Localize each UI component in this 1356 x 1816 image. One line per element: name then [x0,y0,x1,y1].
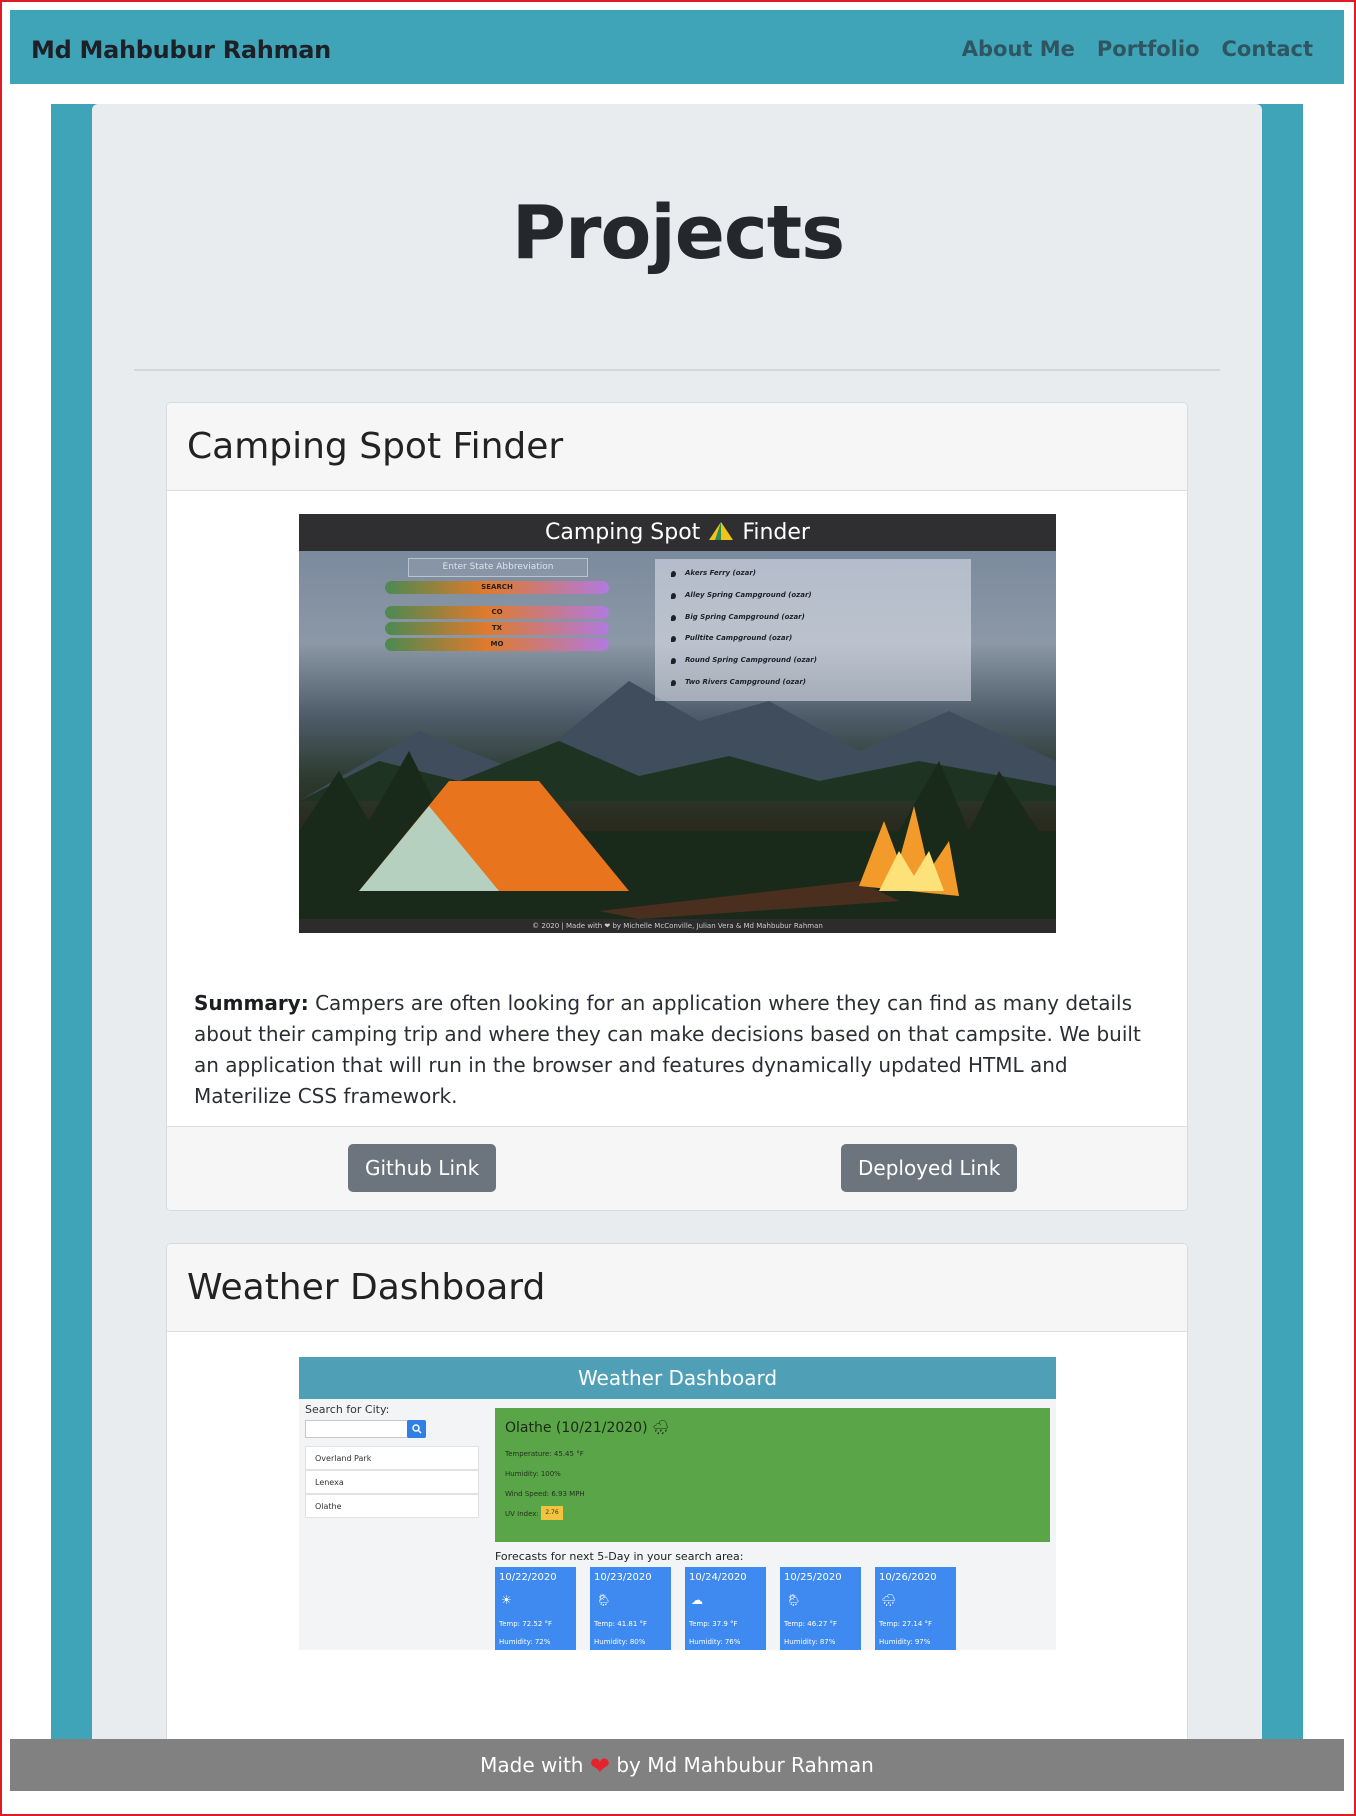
location-pin-icon [671,615,676,621]
navbar: Md Mahbubur Rahman About Me Portfolio Co… [10,10,1344,84]
campground-item: Big Spring Campground (ozar) [685,613,805,621]
page-title: Projects [511,190,845,276]
state-button-tx: TX [385,622,609,635]
uv-index-badge: 2.76 [541,1506,563,1520]
location-pin-icon [671,636,676,642]
footer-text-after: by Md Mahbubur Rahman [616,1753,874,1777]
current-temperature: Temperature: 45.45 °F [505,1450,584,1458]
nav-links: About Me Portfolio Contact [962,37,1313,61]
location-pin-icon [671,658,676,664]
location-pin-icon [671,680,676,686]
screenshot-title: Camping Spot Finder [299,514,1056,551]
state-abbreviation-input: Enter State Abbreviation [408,558,588,577]
forecast-heading: Forecasts for next 5-Day in your search … [495,1550,744,1563]
card-header: Weather Dashboard [167,1244,1187,1332]
deployed-link-button[interactable]: Deployed Link [841,1144,1018,1192]
forecast-card: 10/25/2020 🌦 Temp: 46.27 °F Humidity: 87… [780,1567,861,1650]
project-card-camping: Camping Spot Finder Camping Spot Finder [166,402,1188,1211]
heart-icon: ❤ [589,1752,610,1780]
forecast-card: 10/26/2020 🌧 Temp: 27.14 °F Humidity: 97… [875,1567,956,1650]
card-title: Weather Dashboard [187,1267,546,1308]
forecast-card: 10/22/2020 ☀ Temp: 72.52 °F Humidity: 72… [495,1567,576,1650]
card-footer: Github Link Deployed Link [167,1126,1187,1210]
city-history-item: Olathe [305,1494,479,1518]
campground-item: Round Spring Campground (ozar) [685,656,817,664]
current-humidity: Humidity: 100% [505,1470,561,1478]
campground-list: Akers Ferry (ozar) Alley Spring Campgrou… [655,559,971,701]
search-icon [407,1420,426,1438]
brand-name[interactable]: Md Mahbubur Rahman [31,36,331,64]
divider [134,369,1220,371]
city-search-input [305,1420,411,1438]
current-weather-panel: Olathe (10/21/2020) 🌧 Temperature: 45.45… [495,1408,1050,1542]
nav-link-contact[interactable]: Contact [1222,37,1314,61]
weather-header: Weather Dashboard [299,1357,1056,1399]
tent-icon [707,517,735,540]
github-link-button[interactable]: Github Link [348,1144,497,1192]
state-button-co: CO [385,606,609,619]
current-weather-title: Olathe (10/21/2020) 🌧 [505,1420,670,1436]
summary-text: Campers are often looking for an applica… [194,991,1141,1108]
campground-item: Akers Ferry (ozar) [685,569,756,577]
camping-screenshot: Camping Spot Finder Enter State Abbrevia… [299,514,1056,933]
sun-rain-icon: 🌦 [596,1593,612,1607]
campground-item: Pulltite Campground (ozar) [685,634,793,642]
uv-label: UV Index: [505,1510,539,1518]
state-button-mo: MO [385,638,609,651]
nav-link-about-me[interactable]: About Me [962,37,1075,61]
search-button: SEARCH [385,581,609,594]
project-card-weather: Weather Dashboard Weather Dashboard Sear… [166,1243,1188,1763]
city-history-item: Lenexa [305,1470,479,1494]
city-history-item: Overland Park [305,1446,479,1470]
summary-label: Summary: [194,991,309,1015]
forecast-card: 10/23/2020 🌦 Temp: 41.81 °F Humidity: 80… [590,1567,671,1650]
search-city-label: Search for City: [305,1403,390,1416]
campsite-photo: Enter State Abbreviation SEARCH CO TX MO… [299,551,1056,919]
nav-link-portfolio[interactable]: Portfolio [1097,37,1200,61]
rain-cloud-icon: 🌧 [651,1420,670,1436]
footer-text-before: Made with [480,1753,584,1777]
forecast-card: 10/24/2020 ☁ Temp: 37.9 °F Humidity: 76% [685,1567,766,1650]
location-pin-icon [671,571,676,577]
current-wind: Wind Speed: 6.93 MPH [505,1490,585,1498]
project-summary: Summary: Campers are often looking for a… [194,988,1154,1112]
screenshot-footer: © 2020 | Made with ❤ by Michelle McConvi… [299,919,1056,933]
location-pin-icon [671,593,676,599]
campground-item: Two Rivers Campground (ozar) [685,678,806,686]
cloud-icon: ☁ [691,1593,703,1607]
weather-screenshot: Weather Dashboard Search for City: Overl… [299,1357,1056,1650]
sun-icon: ☀ [501,1593,512,1607]
campground-item: Alley Spring Campground (ozar) [685,591,812,599]
site-footer: Made with ❤ by Md Mahbubur Rahman [10,1739,1344,1791]
card-title: Camping Spot Finder [187,426,564,467]
sun-rain-icon: 🌦 [786,1593,802,1607]
card-header: Camping Spot Finder [167,403,1187,491]
rain-cloud-icon: 🌧 [881,1593,897,1607]
